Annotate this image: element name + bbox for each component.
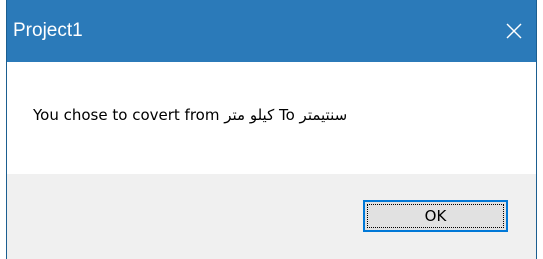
title-bar[interactable]: Project1 <box>7 0 536 62</box>
window-title: Project1 <box>13 20 83 41</box>
message-box-dialog: Project1 You chose to covert from كيلو م… <box>6 0 537 259</box>
message-area: You chose to covert from كيلو متر To سنت… <box>7 62 536 174</box>
message-text: You chose to covert from كيلو متر To سنت… <box>33 106 348 124</box>
ok-button-label: OK <box>424 207 447 225</box>
close-button[interactable] <box>492 0 536 62</box>
ok-button[interactable]: OK <box>363 200 508 232</box>
button-area: OK <box>7 174 536 259</box>
close-icon <box>506 23 522 39</box>
